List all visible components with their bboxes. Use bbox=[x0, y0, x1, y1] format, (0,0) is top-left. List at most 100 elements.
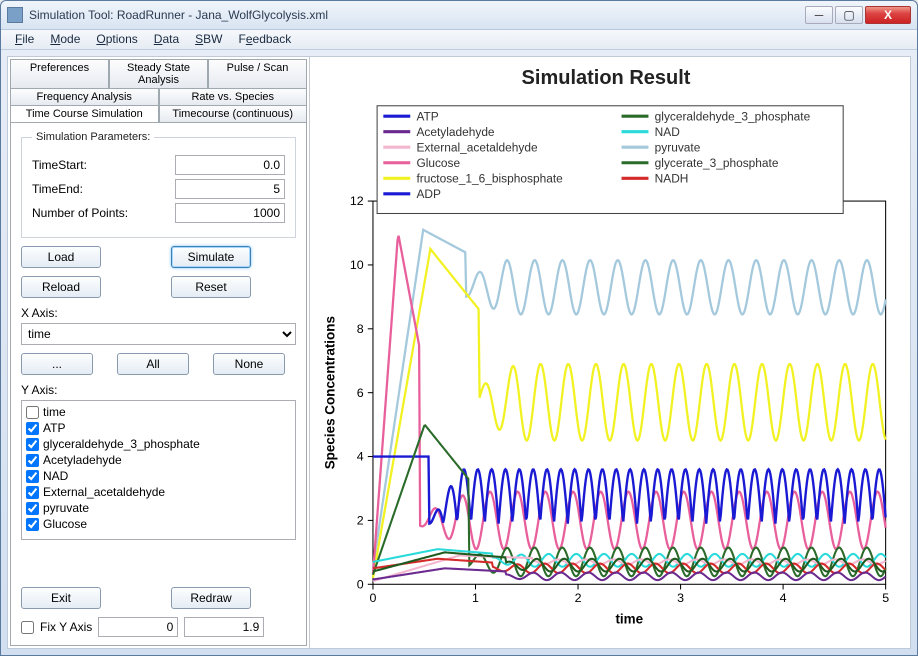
chart-panel: Simulation Result 012345024681012timeSpe… bbox=[310, 57, 910, 648]
yaxis-item-label: External_acetaldehyde bbox=[43, 485, 165, 499]
chart-title: Simulation Result bbox=[316, 67, 896, 90]
simulate-button[interactable]: Simulate bbox=[171, 246, 251, 268]
yaxis-item[interactable]: ATP bbox=[26, 420, 291, 436]
fix-y-checkbox[interactable] bbox=[21, 621, 34, 634]
svg-text:4: 4 bbox=[357, 450, 364, 464]
yaxis-checkbox[interactable] bbox=[26, 470, 39, 483]
svg-text:3: 3 bbox=[677, 591, 684, 605]
svg-text:glyceraldehyde_3_phosphate: glyceraldehyde_3_phosphate bbox=[655, 110, 811, 124]
tab-pulse-scan[interactable]: Pulse / Scan bbox=[208, 59, 307, 89]
svg-text:10: 10 bbox=[350, 259, 364, 273]
menu-options[interactable]: Options bbox=[88, 30, 145, 48]
tab-steady-state[interactable]: Steady State Analysis bbox=[109, 59, 208, 89]
none-button[interactable]: None bbox=[213, 353, 285, 375]
titlebar[interactable]: Simulation Tool: RoadRunner - Jana_WolfG… bbox=[1, 1, 917, 30]
timestart-input[interactable] bbox=[175, 155, 285, 175]
yaxis-item-label: Acetyladehyde bbox=[43, 453, 122, 467]
fix-y-lo-input[interactable] bbox=[98, 617, 178, 637]
yaxis-item[interactable]: glyceraldehyde_3_phosphate bbox=[26, 436, 291, 452]
svg-text:4: 4 bbox=[780, 591, 787, 605]
close-button[interactable]: X bbox=[865, 6, 911, 24]
xaxis-label: X Axis: bbox=[21, 306, 296, 320]
tab-timecourse-cont[interactable]: Timecourse (continuous) bbox=[159, 105, 308, 123]
menu-feedback[interactable]: Feedback bbox=[230, 30, 299, 48]
svg-text:12: 12 bbox=[350, 195, 364, 209]
redraw-button[interactable]: Redraw bbox=[171, 587, 251, 609]
yaxis-item[interactable]: Glucose bbox=[26, 516, 291, 532]
plot-area: 012345024681012timeSpecies Concentration… bbox=[316, 96, 896, 638]
chart-svg: 012345024681012timeSpecies Concentration… bbox=[316, 96, 896, 638]
yaxis-checkbox[interactable] bbox=[26, 422, 39, 435]
tab-frequency[interactable]: Frequency Analysis bbox=[10, 88, 159, 106]
yaxis-item-label: time bbox=[43, 405, 66, 419]
sim-params-legend: Simulation Parameters: bbox=[32, 131, 154, 143]
tab-time-course[interactable]: Time Course Simulation bbox=[10, 105, 159, 123]
client-area: Preferences Steady State Analysis Pulse … bbox=[7, 56, 911, 649]
fix-y-label: Fix Y Axis bbox=[40, 620, 92, 634]
yaxis-item[interactable]: External_acetaldehyde bbox=[26, 484, 291, 500]
yaxis-checkbox[interactable] bbox=[26, 454, 39, 467]
numpoints-input[interactable] bbox=[175, 203, 285, 223]
svg-text:pyruvate: pyruvate bbox=[655, 141, 701, 155]
yaxis-item-label: Glucose bbox=[43, 517, 87, 531]
svg-text:Acetyladehyde: Acetyladehyde bbox=[416, 125, 494, 139]
maximize-button[interactable]: ▢ bbox=[835, 6, 863, 24]
yaxis-checkbox[interactable] bbox=[26, 406, 39, 419]
fix-y-hi-input[interactable] bbox=[184, 617, 264, 637]
svg-text:Species Concentrations: Species Concentrations bbox=[323, 316, 338, 469]
yaxis-item[interactable]: NAD bbox=[26, 468, 291, 484]
app-window: Simulation Tool: RoadRunner - Jana_WolfG… bbox=[0, 0, 918, 656]
svg-text:time: time bbox=[615, 612, 643, 627]
svg-text:0: 0 bbox=[357, 578, 364, 592]
svg-text:NADH: NADH bbox=[655, 172, 689, 186]
svg-text:6: 6 bbox=[357, 386, 364, 400]
yaxis-item-label: ATP bbox=[43, 421, 65, 435]
svg-text:5: 5 bbox=[882, 591, 889, 605]
yaxis-checkbox[interactable] bbox=[26, 438, 39, 451]
exit-button[interactable]: Exit bbox=[21, 587, 101, 609]
minimize-button[interactable]: ─ bbox=[805, 6, 833, 24]
xaxis-select[interactable]: time bbox=[21, 323, 296, 345]
svg-text:1: 1 bbox=[472, 591, 479, 605]
tab-body: Simulation Parameters: TimeStart: TimeEn… bbox=[10, 122, 307, 646]
svg-text:2: 2 bbox=[357, 514, 364, 528]
yaxis-item[interactable]: Acetyladehyde bbox=[26, 452, 291, 468]
menu-file[interactable]: File bbox=[7, 30, 42, 48]
svg-text:fructose_1_6_bisphosphate: fructose_1_6_bisphosphate bbox=[416, 172, 563, 186]
reload-button[interactable]: Reload bbox=[21, 276, 101, 298]
yaxis-checkbox[interactable] bbox=[26, 518, 39, 531]
load-button[interactable]: Load bbox=[21, 246, 101, 268]
svg-text:ATP: ATP bbox=[416, 110, 438, 124]
yaxis-item-label: glyceraldehyde_3_phosphate bbox=[43, 437, 200, 451]
menu-sbw[interactable]: SBW bbox=[187, 30, 230, 48]
reset-button[interactable]: Reset bbox=[171, 276, 251, 298]
yaxis-item[interactable]: pyruvate bbox=[26, 500, 291, 516]
svg-text:NAD: NAD bbox=[655, 125, 681, 139]
svg-text:ADP: ADP bbox=[416, 187, 441, 201]
svg-text:2: 2 bbox=[575, 591, 582, 605]
yaxis-item-label: NAD bbox=[43, 469, 68, 483]
timeend-label: TimeEnd: bbox=[32, 182, 175, 196]
svg-text:8: 8 bbox=[357, 322, 364, 336]
sim-params-group: Simulation Parameters: TimeStart: TimeEn… bbox=[21, 131, 296, 238]
yaxis-checkbox[interactable] bbox=[26, 502, 39, 515]
window-title: Simulation Tool: RoadRunner - Jana_WolfG… bbox=[29, 8, 803, 22]
tab-preferences[interactable]: Preferences bbox=[10, 59, 109, 89]
timeend-input[interactable] bbox=[175, 179, 285, 199]
yaxis-item-label: pyruvate bbox=[43, 501, 89, 515]
yaxis-checkbox[interactable] bbox=[26, 486, 39, 499]
svg-text:0: 0 bbox=[370, 591, 377, 605]
control-panel: Preferences Steady State Analysis Pulse … bbox=[8, 57, 310, 648]
tab-rate-species[interactable]: Rate vs. Species bbox=[159, 88, 308, 106]
menu-mode[interactable]: Mode bbox=[42, 30, 88, 48]
yaxis-listbox[interactable]: time ATP glyceraldehyde_3_phosphate Acetyla… bbox=[21, 400, 296, 540]
menu-data[interactable]: Data bbox=[146, 30, 187, 48]
yaxis-label: Y Axis: bbox=[21, 383, 296, 397]
menubar: File Mode Options Data SBW Feedback bbox=[1, 30, 917, 51]
svg-text:External_acetaldehyde: External_acetaldehyde bbox=[416, 141, 538, 155]
numpoints-label: Number of Points: bbox=[32, 206, 175, 220]
all-button[interactable]: All bbox=[117, 353, 189, 375]
dots-button[interactable]: ... bbox=[21, 353, 93, 375]
yaxis-item[interactable]: time bbox=[26, 404, 291, 420]
svg-text:glycerate_3_phosphate: glycerate_3_phosphate bbox=[655, 156, 779, 170]
